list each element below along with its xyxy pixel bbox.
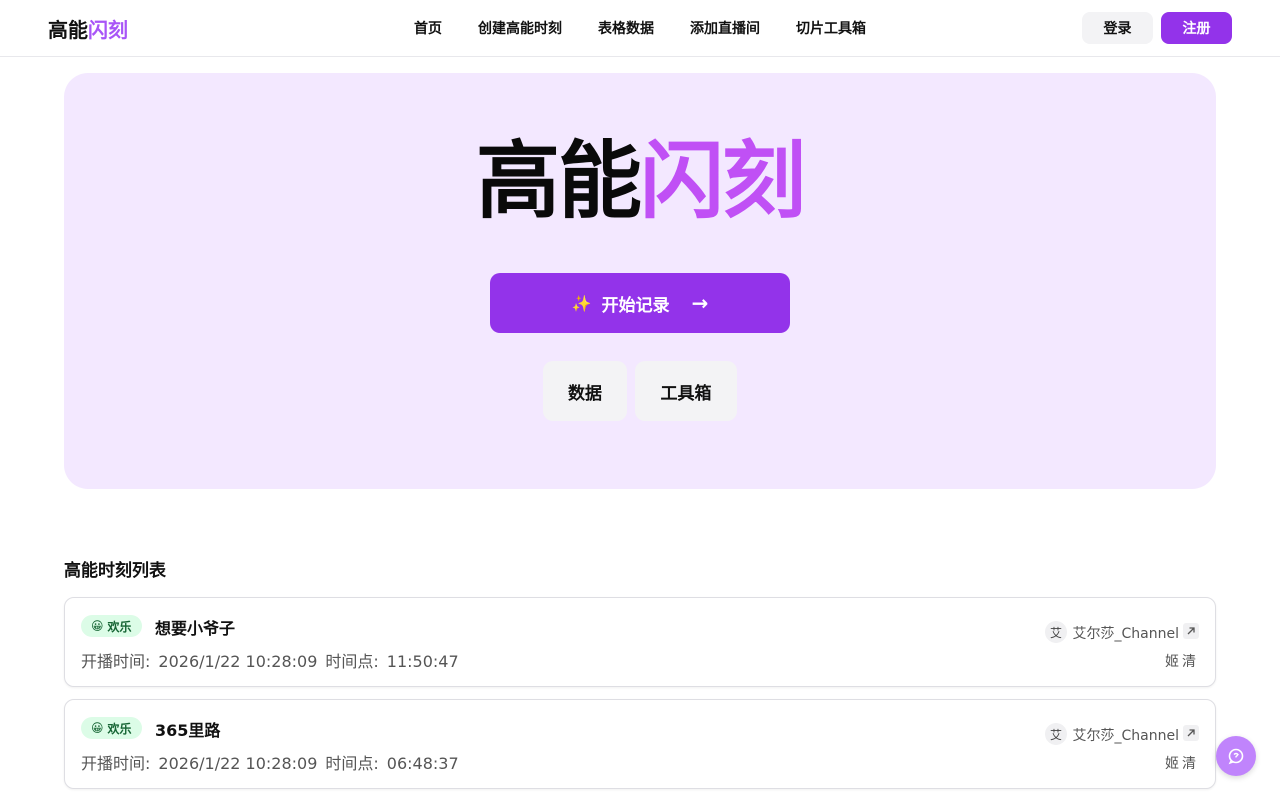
start-time-value: 2026/1/22 10:28:09 [158, 652, 318, 671]
moment-meta: 开播时间: 2026/1/22 10:28:09 时间点: 11:50:47 [81, 648, 467, 672]
moments-list-title: 高能时刻列表 [64, 561, 166, 581]
author-name: 姬清 [1165, 654, 1199, 670]
moment-title: 想要小爷子 [155, 619, 236, 638]
moment-title: 365里路 [155, 721, 221, 740]
hero-title-accent: 闪刻 [640, 132, 806, 230]
start-time-label: 开播时间: [81, 754, 151, 773]
chat-bubble-icon [1228, 748, 1244, 765]
logo-text-primary: 高能 [48, 18, 88, 42]
hero-title: 高能闪刻 [64, 131, 1216, 231]
moment-card[interactable]: 😀 欢乐 想要小爷子 开播时间: 2026/1/22 10:28:09 时间点: 11… [64, 597, 1216, 687]
logo-text-accent: 闪刻 [88, 18, 128, 42]
hero-title-primary: 高能 [475, 132, 642, 230]
time-point-value: 06:48:37 [386, 754, 459, 773]
start-time-label: 开播时间: [81, 652, 151, 671]
nav-item-home[interactable]: 首页 [414, 18, 442, 38]
register-button[interactable]: 注册 [1161, 12, 1232, 44]
author-name: 姬清 [1165, 756, 1199, 772]
time-point-value: 11:50:47 [386, 652, 459, 671]
mood-tag: 😀 欢乐 [81, 717, 142, 739]
toolbox-button[interactable]: 工具箱 [635, 361, 737, 421]
start-recording-label: 开始记录 [601, 295, 670, 316]
main-menu: 首页 创建高能时刻 表格数据 添加直播间 切片工具箱 [414, 18, 866, 38]
channel-name[interactable]: 艾尔莎_Channel [1073, 623, 1179, 643]
nav-item-add-room[interactable]: 添加直播间 [690, 18, 760, 38]
chat-button[interactable] [1216, 736, 1256, 776]
moment-meta: 开播时间: 2026/1/22 10:28:09 时间点: 06:48:37 [81, 750, 467, 774]
smile-icon: 😀 [91, 619, 104, 633]
nav-item-create[interactable]: 创建高能时刻 [478, 18, 562, 38]
start-recording-button[interactable]: ✨ 开始记录 → [490, 273, 790, 333]
external-link-icon[interactable] [1183, 623, 1199, 639]
channel-avatar: 艾 [1045, 723, 1067, 745]
mood-tag: 😀 欢乐 [81, 615, 142, 637]
top-navbar: 高能闪刻 首页 创建高能时刻 表格数据 添加直播间 切片工具箱 登录 注册 [0, 0, 1280, 57]
sparkles-icon: ✨ [571, 293, 592, 313]
mood-tag-label: 欢乐 [107, 721, 132, 736]
time-point-label: 时间点: [325, 652, 379, 671]
moment-card[interactable]: 😀 欢乐 365里路 开播时间: 2026/1/22 10:28:09 时间点: 06… [64, 699, 1216, 789]
nav-item-toolbox[interactable]: 切片工具箱 [796, 18, 866, 38]
site-logo[interactable]: 高能闪刻 [48, 14, 128, 43]
time-point-label: 时间点: [325, 754, 379, 773]
channel-avatar: 艾 [1045, 621, 1067, 643]
smile-icon: 😀 [91, 721, 104, 735]
mood-tag-label: 欢乐 [107, 619, 132, 634]
start-time-value: 2026/1/22 10:28:09 [158, 754, 318, 773]
hero-section: 高能闪刻 ✨ 开始记录 → 数据 工具箱 [64, 73, 1216, 489]
data-button[interactable]: 数据 [543, 361, 627, 421]
channel-name[interactable]: 艾尔莎_Channel [1073, 725, 1179, 745]
login-button[interactable]: 登录 [1082, 12, 1153, 44]
external-link-icon[interactable] [1183, 725, 1199, 741]
nav-item-table[interactable]: 表格数据 [598, 18, 654, 38]
arrow-right-icon: → [691, 291, 709, 315]
